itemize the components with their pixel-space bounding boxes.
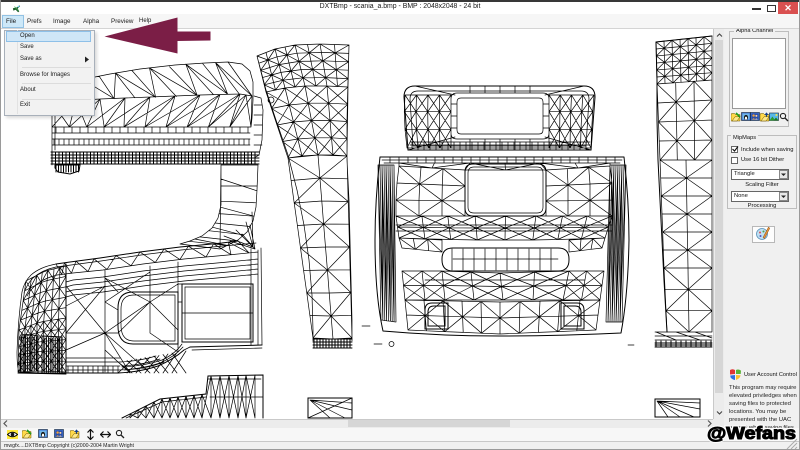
svg-text:@Wefans: @Wefans	[707, 423, 796, 443]
